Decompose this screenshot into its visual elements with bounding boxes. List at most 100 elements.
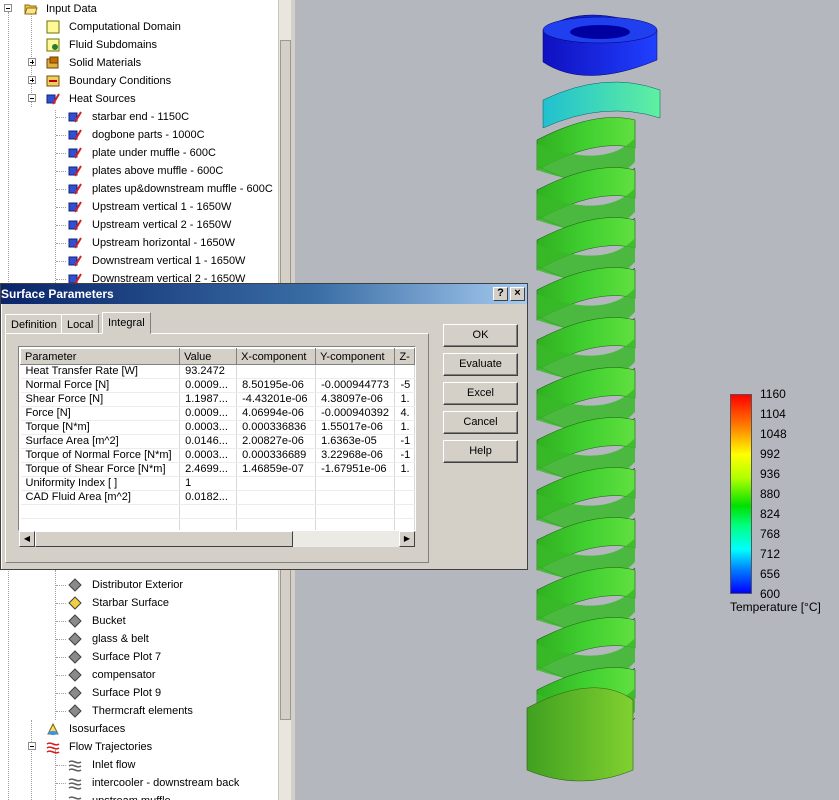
surface-plot-icon xyxy=(68,686,82,700)
table-cell xyxy=(236,490,317,505)
ok-button[interactable]: OK xyxy=(443,324,518,347)
table-row[interactable]: Torque [N*m] 0.0003... 0.000336836 1.55017e… xyxy=(20,420,415,435)
heat-source-icon xyxy=(68,219,82,231)
folder-open-icon xyxy=(24,4,38,15)
table-row[interactable]: Torque of Normal Force [N*m] 0.0003... 0.0… xyxy=(20,448,415,463)
help-icon[interactable]: ? xyxy=(493,287,508,301)
table-cell: Torque [N*m] xyxy=(20,420,181,435)
legend-tick-label: 712 xyxy=(760,547,781,561)
collapse-icon[interactable] xyxy=(4,4,12,12)
legend-tick-label: 880 xyxy=(760,487,781,501)
table-row[interactable]: Torque of Shear Force [N*m] 2.4699... 1.46… xyxy=(20,462,415,477)
table-row[interactable]: Heat Transfer Rate [W] 93.2472 xyxy=(20,364,415,379)
table-cell: 2.00827e-06 xyxy=(236,434,317,449)
expand-icon[interactable] xyxy=(28,76,36,84)
column-header[interactable]: Parameter xyxy=(19,348,181,365)
table-cell xyxy=(315,504,396,519)
table-row[interactable]: CAD Fluid Area [m^2] 0.0182... xyxy=(20,490,415,505)
surface-plot-icon xyxy=(68,596,82,610)
heat-source-icon xyxy=(68,111,82,123)
legend-title: Temperature [°C] xyxy=(730,600,821,614)
table-cell: 0.0009... xyxy=(179,378,238,393)
table-row[interactable] xyxy=(20,518,415,530)
heat-source-icon xyxy=(68,183,82,195)
legend-color-bar xyxy=(730,394,752,594)
table-cell: Force [N] xyxy=(20,406,181,421)
boundary-conditions-icon xyxy=(46,75,60,87)
tab-local[interactable]: Local xyxy=(61,314,100,334)
cancel-button[interactable]: Cancel xyxy=(443,411,518,434)
table-cell: 3.22968e-06 xyxy=(315,448,396,463)
scroll-right-icon[interactable]: ▶ xyxy=(399,531,415,547)
table-cell: 1.1987... xyxy=(179,392,238,407)
trajectory-icon xyxy=(68,760,82,772)
table-cell xyxy=(394,490,415,505)
table-cell: 0.0146... xyxy=(179,434,238,449)
table-cell xyxy=(179,504,238,519)
table-cell: Shear Force [N] xyxy=(20,392,181,407)
table-cell xyxy=(20,504,181,519)
table-row[interactable]: Force [N] 0.0009... 4.06994e-06 -0.00094039… xyxy=(20,406,415,421)
help-button[interactable]: Help xyxy=(443,440,518,463)
scrollbar-thumb[interactable] xyxy=(35,531,293,547)
dialog-titlebar[interactable]: Surface Parameters ? × xyxy=(1,284,527,304)
table-row[interactable]: Uniformity Index [ ] 1 xyxy=(20,476,415,491)
surface-plot-icon xyxy=(68,632,82,646)
table-cell: Uniformity Index [ ] xyxy=(20,476,181,491)
column-header[interactable]: X-component xyxy=(236,348,317,365)
table-cell xyxy=(179,518,238,530)
collapse-icon[interactable] xyxy=(28,94,36,102)
surface-parameters-dialog[interactable]: Surface Parameters ? × Definition Local … xyxy=(0,283,528,570)
legend-tick-label: 768 xyxy=(760,527,781,541)
table-row[interactable]: Shear Force [N] 1.1987... -4.43201e-06 4.38… xyxy=(20,392,415,407)
column-header[interactable]: Y-component xyxy=(315,348,396,365)
surface-plot-icon xyxy=(68,704,82,718)
table-cell xyxy=(236,476,317,491)
column-header[interactable]: Z- xyxy=(394,348,415,365)
scroll-left-icon[interactable]: ◀ xyxy=(19,531,35,547)
tab-integral[interactable]: Integral xyxy=(102,312,151,334)
table-cell: 1. xyxy=(394,462,415,477)
table-cell: Normal Force [N] xyxy=(20,378,181,393)
heat-source-icon xyxy=(68,165,82,177)
trajectory-icon xyxy=(68,796,82,800)
excel-button[interactable]: Excel xyxy=(443,382,518,405)
table-cell: Surface Area [m^2] xyxy=(20,434,181,449)
table-row[interactable]: Surface Area [m^2] 0.0146... 2.00827e-06 1.… xyxy=(20,434,415,449)
table-cell: 93.2472 xyxy=(179,364,238,379)
table-cell: 0.0003... xyxy=(179,448,238,463)
table-cell: 1.46859e-07 xyxy=(236,462,317,477)
heat-source-icon xyxy=(68,201,82,213)
table-row[interactable] xyxy=(20,504,415,519)
domain-box-icon xyxy=(46,20,60,34)
table-cell: -5 xyxy=(394,378,415,393)
evaluate-button[interactable]: Evaluate xyxy=(443,353,518,376)
collapse-icon[interactable] xyxy=(28,742,36,750)
column-header[interactable]: Value xyxy=(179,348,238,365)
table-cell: -1 xyxy=(394,448,415,463)
integral-parameters-table[interactable]: Parameter Value X-component Y-component Z- H… xyxy=(18,346,416,531)
table-cell: 1.55017e-06 xyxy=(315,420,396,435)
close-icon[interactable]: × xyxy=(510,287,525,301)
table-cell xyxy=(315,518,396,530)
table-cell: 8.50195e-06 xyxy=(236,378,317,393)
table-cell: 0.0003... xyxy=(179,420,238,435)
table-cell xyxy=(394,476,415,491)
legend-tick-label: 1160 xyxy=(760,387,786,401)
table-row[interactable]: Normal Force [N] 0.0009... 8.50195e-06 -0.0… xyxy=(20,378,415,393)
table-cell: 4.06994e-06 xyxy=(236,406,317,421)
table-cell: Heat Transfer Rate [W] xyxy=(20,364,181,379)
table-cell: 2.4699... xyxy=(179,462,238,477)
table-cell: 4.38097e-06 xyxy=(315,392,396,407)
legend-tick-label: 992 xyxy=(760,447,781,461)
table-cell: -1 xyxy=(394,434,415,449)
expand-icon[interactable] xyxy=(28,58,36,66)
table-cell: -0.000944773 xyxy=(315,378,396,393)
dialog-title: Surface Parameters xyxy=(1,287,114,301)
heat-source-icon xyxy=(68,255,82,267)
table-cell xyxy=(315,364,396,379)
tab-definition[interactable]: Definition xyxy=(5,314,63,334)
heat-source-icon xyxy=(68,129,82,141)
table-horizontal-scrollbar[interactable]: ◀ ▶ xyxy=(19,531,415,547)
table-cell: 1. xyxy=(394,420,415,435)
